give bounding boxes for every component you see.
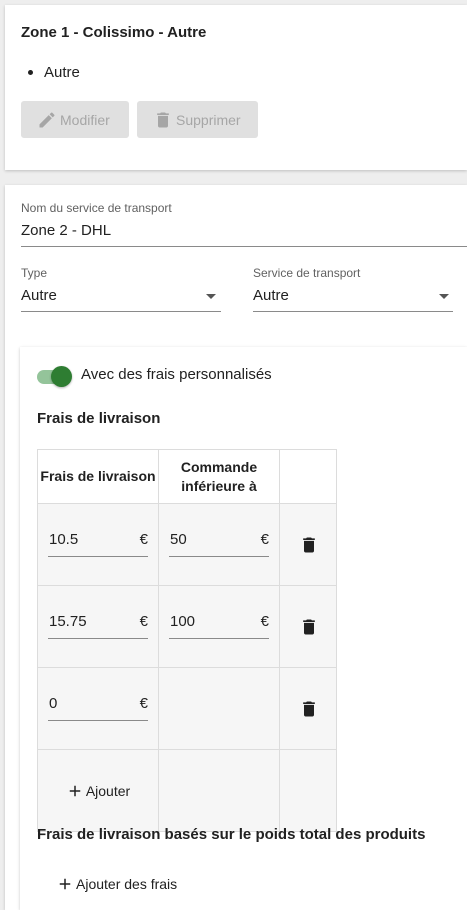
empty-cell bbox=[158, 749, 280, 832]
type-select[interactable]: Autre bbox=[21, 287, 57, 304]
service-select[interactable]: Autre bbox=[253, 287, 289, 304]
threshold-cell bbox=[158, 667, 280, 750]
add-weight-fee-button[interactable]: Ajouter des frais bbox=[56, 875, 177, 893]
list-item: Autre bbox=[28, 64, 80, 81]
fee-value: 0 bbox=[49, 695, 58, 712]
trash-icon[interactable] bbox=[299, 699, 319, 719]
zone2-card: Nom du service de transport Zone 2 - DHL… bbox=[5, 185, 467, 910]
chevron-down-icon[interactable] bbox=[439, 294, 449, 299]
fee-input[interactable]: 0 € bbox=[48, 695, 148, 721]
shipping-fees-table: Frais de livraison Commande inférieure à… bbox=[37, 449, 337, 832]
edit-button[interactable]: Modifier bbox=[21, 101, 129, 138]
plus-icon bbox=[59, 878, 71, 890]
fee-value: 15.75 bbox=[49, 613, 87, 630]
threshold-value: 50 bbox=[170, 531, 187, 548]
service-select-underline bbox=[253, 311, 453, 312]
currency-symbol: € bbox=[139, 695, 148, 712]
shipping-fees-title: Frais de livraison bbox=[37, 410, 161, 427]
service-select-label: Service de transport bbox=[253, 266, 361, 280]
zone1-card: Zone 1 - Colissimo - Autre Autre Modifie… bbox=[5, 5, 467, 170]
threshold-cell: 50 € bbox=[158, 503, 280, 586]
column-header-threshold: Commande inférieure à bbox=[158, 449, 280, 504]
fee-input[interactable]: 15.75 € bbox=[48, 613, 148, 639]
add-weight-fee-label: Ajouter des frais bbox=[76, 876, 178, 892]
custom-fees-toggle[interactable] bbox=[37, 365, 73, 387]
fee-value: 10.5 bbox=[49, 531, 79, 548]
table-row: 15.75 € 100 € bbox=[37, 585, 337, 668]
weight-fees-title: Frais de livraison basés sur le poids to… bbox=[37, 826, 426, 843]
currency-symbol: € bbox=[139, 613, 148, 630]
bullet-icon bbox=[28, 70, 33, 75]
pencil-icon bbox=[39, 111, 55, 127]
custom-fees-toggle-label: Avec des frais personnalisés bbox=[81, 366, 272, 383]
name-field-label: Nom du service de transport bbox=[21, 201, 172, 215]
table-header-row: Frais de livraison Commande inférieure à bbox=[37, 449, 337, 504]
name-field[interactable]: Zone 2 - DHL bbox=[21, 222, 111, 239]
trash-icon bbox=[157, 112, 169, 127]
trash-icon[interactable] bbox=[299, 535, 319, 555]
threshold-input[interactable]: 50 € bbox=[169, 531, 269, 557]
type-select-underline bbox=[21, 311, 221, 312]
type-select-label: Type bbox=[21, 266, 48, 280]
list-item-label: Autre bbox=[44, 64, 80, 81]
column-header-fee: Frais de livraison bbox=[37, 449, 159, 504]
chevron-down-icon[interactable] bbox=[206, 294, 216, 299]
zone1-list: Autre bbox=[28, 64, 80, 81]
empty-cell bbox=[279, 749, 337, 832]
currency-symbol: € bbox=[139, 531, 148, 548]
actions-cell bbox=[279, 503, 337, 586]
column-header-actions bbox=[279, 449, 337, 504]
currency-symbol: € bbox=[260, 531, 269, 548]
fee-cell: 15.75 € bbox=[37, 585, 159, 668]
custom-fees-panel: Avec des frais personnalisés Frais de li… bbox=[20, 347, 467, 910]
currency-symbol: € bbox=[260, 613, 269, 630]
fee-cell: 10.5 € bbox=[37, 503, 159, 586]
delete-button[interactable]: Supprimer bbox=[137, 101, 258, 138]
table-footer-row: Ajouter bbox=[37, 749, 337, 832]
delete-button-label: Supprimer bbox=[176, 111, 241, 128]
table-row: 0 € bbox=[37, 667, 337, 750]
plus-icon bbox=[69, 785, 81, 796]
actions-cell bbox=[279, 667, 337, 750]
zone1-title: Zone 1 - Colissimo - Autre bbox=[21, 24, 207, 41]
threshold-cell: 100 € bbox=[158, 585, 280, 668]
add-cell: Ajouter bbox=[37, 749, 159, 832]
add-rate-button[interactable]: Ajouter bbox=[38, 782, 158, 800]
trash-icon[interactable] bbox=[299, 617, 319, 637]
toggle-thumb bbox=[51, 366, 72, 387]
threshold-value: 100 bbox=[170, 613, 196, 630]
fee-input[interactable]: 10.5 € bbox=[48, 531, 148, 557]
edit-button-label: Modifier bbox=[60, 111, 110, 128]
actions-cell bbox=[279, 585, 337, 668]
fee-cell: 0 € bbox=[37, 667, 159, 750]
name-field-underline bbox=[21, 246, 467, 247]
threshold-input[interactable]: 100 € bbox=[169, 613, 269, 639]
add-rate-label: Ajouter bbox=[85, 782, 131, 799]
table-row: 10.5 € 50 € bbox=[37, 503, 337, 586]
